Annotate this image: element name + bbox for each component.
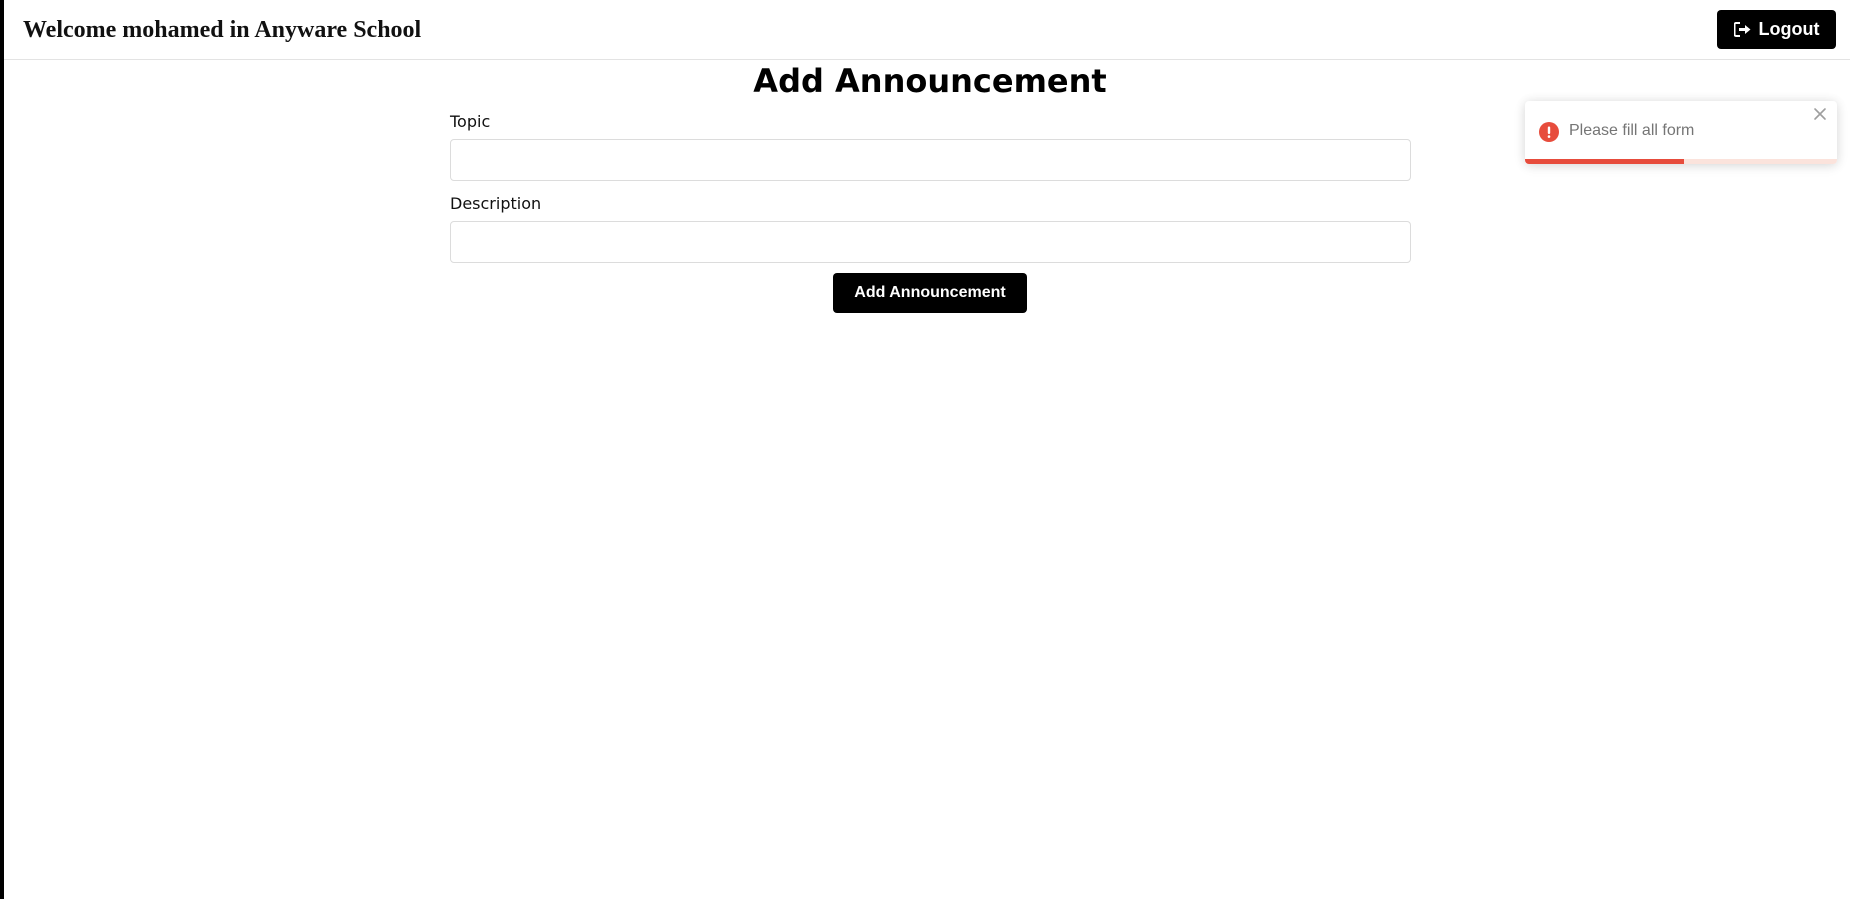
toast-message: Please fill all form <box>1569 122 1695 139</box>
sign-out-icon <box>1733 22 1750 37</box>
add-announcement-button[interactable]: Add Announcement <box>833 273 1027 313</box>
welcome-title: Welcome mohamed in Anyware School <box>23 17 422 43</box>
topic-input[interactable] <box>450 139 1411 181</box>
error-toast[interactable]: Please fill all form <box>1525 101 1837 164</box>
description-input[interactable] <box>450 221 1411 263</box>
logout-label: Logout <box>1758 19 1820 39</box>
toast-progress-bar <box>1525 159 1685 164</box>
left-edge-bar <box>0 0 4 899</box>
logout-button[interactable]: Logout <box>1717 10 1836 49</box>
close-icon[interactable] <box>1813 107 1827 121</box>
topic-label: Topic <box>450 112 491 131</box>
page-title: Add Announcement <box>753 62 1107 100</box>
exclamation-circle-icon <box>1539 122 1559 142</box>
description-label: Description <box>450 194 542 213</box>
top-navbar: Welcome mohamed in Anyware School Logout <box>4 0 1850 60</box>
